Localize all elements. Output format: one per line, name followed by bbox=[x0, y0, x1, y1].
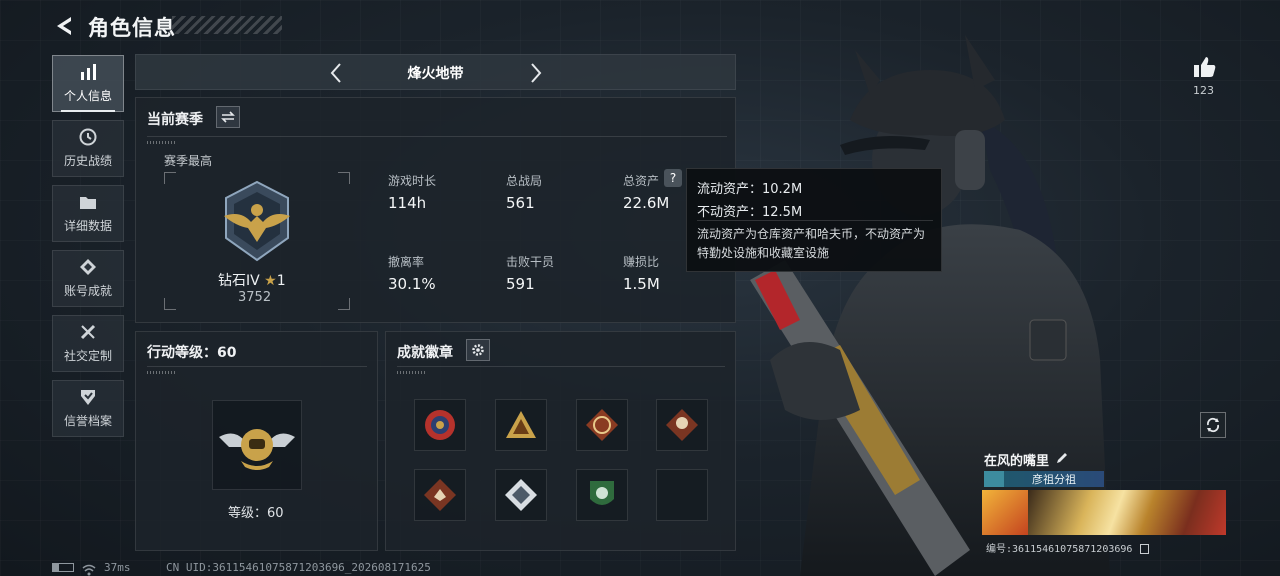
season-panel: 当前赛季 赛季最高 钻石IV ★1 3752 游戏时长 114h 总战局 561… bbox=[135, 97, 736, 323]
stat-label-total-matches: 总战局 bbox=[506, 174, 543, 188]
like-button[interactable] bbox=[1190, 54, 1220, 80]
shield-badge-icon bbox=[590, 481, 614, 505]
player-name: 在风的嘴里 bbox=[984, 454, 1050, 469]
achievement-badge[interactable] bbox=[495, 399, 547, 451]
star-icon: ★ bbox=[264, 273, 277, 289]
help-icon[interactable]: ? bbox=[664, 169, 682, 187]
sidebar-item-label: 详细数据 bbox=[63, 219, 112, 233]
level-emblem-frame bbox=[212, 400, 302, 490]
tooltip-description: 流动资产为仓库资产和哈夫币，不动资产为特勤处设施和收藏室设施 bbox=[697, 227, 926, 260]
edit-name-button[interactable] bbox=[1055, 450, 1071, 466]
stat-value-extraction-rate: 30.1% bbox=[388, 275, 436, 293]
action-level-title: 行动等级：60 bbox=[147, 345, 237, 361]
back-button[interactable] bbox=[52, 12, 76, 40]
season-title: 当前赛季 bbox=[147, 112, 203, 128]
mode-next-button[interactable] bbox=[526, 61, 546, 85]
pencil-icon bbox=[1057, 453, 1067, 463]
level-emblem-icon bbox=[219, 429, 295, 470]
achievement-badge[interactable] bbox=[414, 469, 466, 521]
sidebar-item-personal-info[interactable]: 个人信息 bbox=[52, 55, 124, 112]
sidebar-item-label: 信誉档案 bbox=[63, 414, 112, 428]
sidebar-item-credit[interactable]: 信誉档案 bbox=[52, 380, 124, 437]
rotate-icon bbox=[1206, 417, 1220, 433]
team-tag[interactable]: 彦祖分祖 bbox=[984, 471, 1104, 487]
stat-value-profit-ratio: 1.5M bbox=[623, 275, 660, 293]
assets-tooltip: 流动资产：10.2M 不动资产：12.5M 流动资产为仓库资产和哈夫币，不动资产… bbox=[686, 168, 942, 272]
achievements-panel: 成就徽章 bbox=[385, 331, 736, 551]
stat-label-kills: 击败干员 bbox=[506, 255, 555, 269]
gear-icon bbox=[472, 344, 484, 356]
stat-label-profit-ratio: 赚损比 bbox=[623, 255, 660, 269]
swap-icon bbox=[221, 111, 235, 123]
ping-text: 37ms bbox=[104, 561, 131, 574]
sidebar-item-detailed-data[interactable]: 详细数据 bbox=[52, 185, 124, 242]
achievement-badge[interactable] bbox=[576, 469, 628, 521]
history-icon bbox=[78, 128, 98, 146]
credit-icon bbox=[78, 388, 98, 406]
stat-value-total-assets: 22.6M bbox=[623, 194, 670, 212]
back-arrow-icon bbox=[57, 17, 71, 35]
achievement-badge[interactable] bbox=[656, 399, 708, 451]
diamond-badge-icon bbox=[424, 479, 456, 511]
banner-image bbox=[1028, 490, 1226, 535]
level-label: 等级：60 bbox=[228, 506, 284, 521]
bar-chart-icon bbox=[78, 63, 98, 81]
like-count: 123 bbox=[1193, 84, 1214, 97]
tooltip-liquid-assets: 流动资产：10.2M bbox=[697, 182, 803, 197]
sidebar-item-label: 历史战绩 bbox=[63, 154, 112, 168]
diamond-badge-icon bbox=[666, 409, 698, 441]
diamond-badge-icon bbox=[586, 409, 618, 441]
triangle-badge-icon bbox=[506, 411, 536, 438]
diamond-badge-icon bbox=[505, 479, 537, 511]
stat-value-total-matches: 561 bbox=[506, 194, 535, 212]
player-banner[interactable] bbox=[982, 490, 1226, 535]
stat-value-kills: 591 bbox=[506, 275, 535, 293]
stat-label-playtime: 游戏时长 bbox=[388, 174, 437, 188]
copy-icon[interactable] bbox=[1140, 544, 1150, 554]
sidebar-item-label: 账号成就 bbox=[63, 284, 112, 298]
action-level-panel: 行动等级：60 等级：60 bbox=[135, 331, 378, 551]
wifi-icon bbox=[82, 561, 96, 576]
season-switch-button[interactable] bbox=[216, 106, 240, 128]
stat-value-playtime: 114h bbox=[388, 194, 427, 212]
title-decoration bbox=[172, 16, 282, 34]
mode-switcher: 烽火地带 bbox=[135, 54, 736, 90]
mode-title: 烽火地带 bbox=[407, 66, 464, 82]
chevron-right-icon bbox=[531, 63, 542, 83]
sidebar-item-achievements[interactable]: 账号成就 bbox=[52, 250, 124, 307]
player-uid: 编号:36115461075871203696 bbox=[986, 540, 1150, 555]
uid-footer: CN UID:36115461075871203696_202608171625 bbox=[166, 561, 431, 574]
stat-label-total-assets: 总资产 bbox=[623, 174, 660, 188]
sidebar-item-label: 社交定制 bbox=[63, 349, 112, 363]
thumbs-up-icon bbox=[1194, 57, 1216, 77]
tools-icon bbox=[78, 323, 98, 341]
page-title: 角色信息 bbox=[88, 16, 176, 40]
sidebar-item-social[interactable]: 社交定制 bbox=[52, 315, 124, 372]
shield-badge-icon bbox=[425, 410, 455, 440]
achievements-title: 成就徽章 bbox=[397, 345, 453, 361]
achievement-icon bbox=[78, 258, 98, 276]
achievement-badge[interactable] bbox=[414, 399, 466, 451]
achievement-badge[interactable] bbox=[576, 399, 628, 451]
team-name: 彦祖分祖 bbox=[1032, 473, 1076, 486]
sidebar-item-label: 个人信息 bbox=[63, 89, 112, 103]
rank-name: 钻石IV ★1 bbox=[218, 273, 286, 289]
season-best-label: 赛季最高 bbox=[164, 154, 213, 168]
team-logo-icon bbox=[984, 471, 1004, 487]
rotate-view-button[interactable] bbox=[1200, 412, 1226, 438]
stat-label-extraction-rate: 撤离率 bbox=[388, 255, 425, 269]
tooltip-fixed-assets: 不动资产：12.5M bbox=[697, 205, 803, 220]
banner-avatar bbox=[982, 490, 1028, 535]
achievement-badge[interactable] bbox=[495, 469, 547, 521]
rank-emblem-icon bbox=[224, 180, 290, 262]
rank-score: 3752 bbox=[238, 290, 272, 305]
achievement-badge-empty[interactable] bbox=[656, 469, 708, 521]
sidebar-item-history[interactable]: 历史战绩 bbox=[52, 120, 124, 177]
achievements-settings-button[interactable] bbox=[466, 339, 490, 361]
battery-icon bbox=[52, 563, 74, 572]
folder-icon bbox=[78, 193, 98, 211]
